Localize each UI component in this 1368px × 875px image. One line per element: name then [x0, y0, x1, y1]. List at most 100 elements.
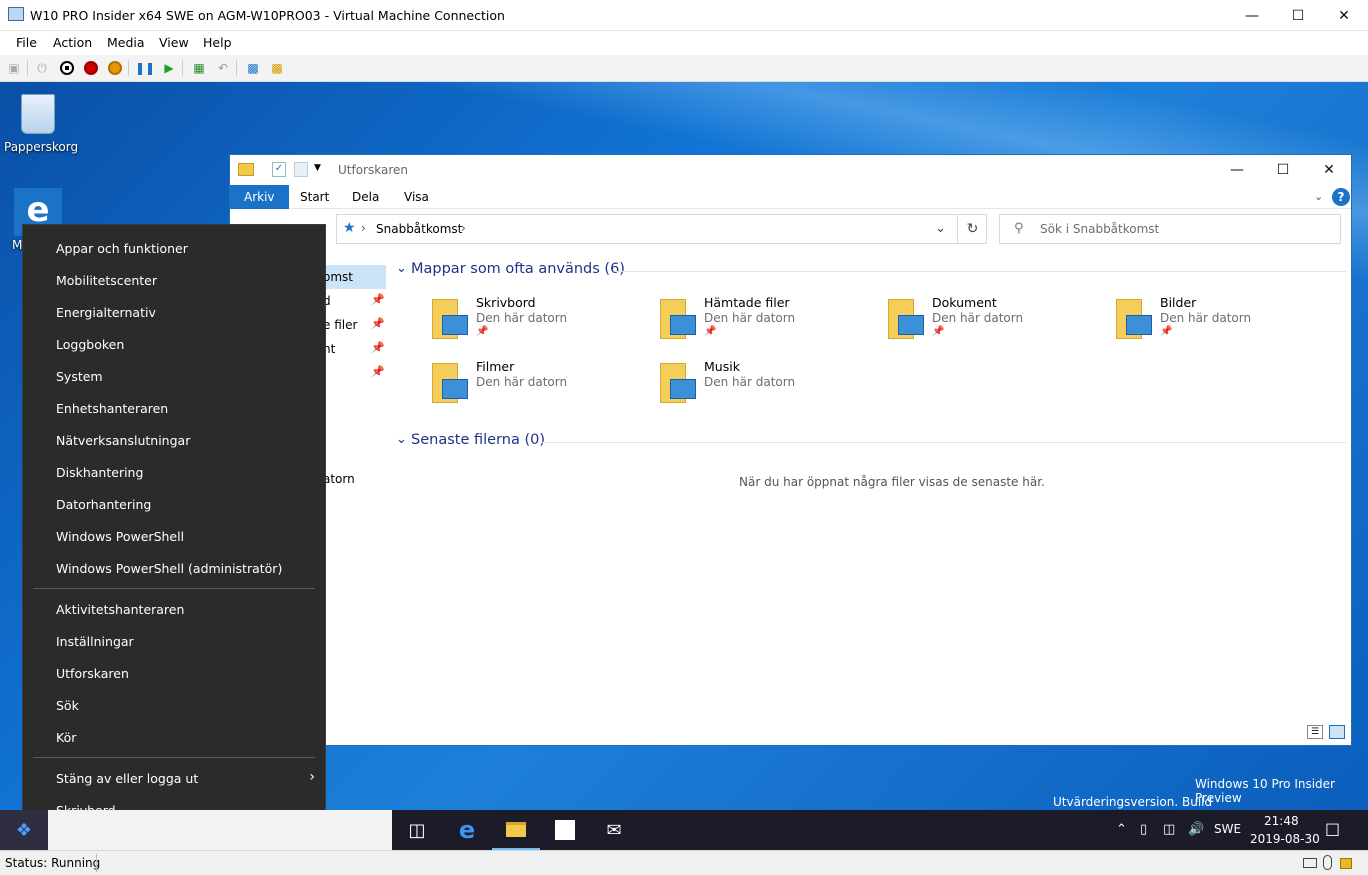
folder-tile[interactable]: Hämtade filer Den här datorn 📌: [658, 293, 873, 349]
minimize-button[interactable]: —: [1229, 0, 1275, 31]
menu-help[interactable]: Help: [203, 35, 232, 50]
frequent-folders-header[interactable]: ⌄ Mappar som ofta används (6): [396, 261, 1346, 281]
folder-tile[interactable]: Musik Den här datorn: [658, 357, 873, 413]
winx-menu-item[interactable]: Diskhantering: [23, 456, 325, 488]
winx-menu-item[interactable]: Enhetshanteraren: [23, 392, 325, 424]
close-button[interactable]: ✕: [1321, 0, 1367, 31]
explorer-ribbon-tabs: Arkiv Start Dela Visa ⌄ ?: [230, 185, 1351, 209]
start-icon[interactable]: ⏻: [33, 59, 51, 77]
pin-icon: 📌: [371, 317, 385, 330]
address-dropdown-icon[interactable]: ⌄: [935, 221, 946, 236]
details-view-icon[interactable]: ☰: [1307, 725, 1323, 739]
explorer-close-button[interactable]: ✕: [1306, 155, 1352, 185]
explorer-minimize-button[interactable]: —: [1214, 155, 1260, 185]
help-icon[interactable]: ?: [1332, 188, 1350, 206]
winx-menu-item[interactable]: Sök: [23, 689, 325, 721]
refresh-icon[interactable]: ↻: [957, 215, 987, 243]
taskbar: ❖ ◫ e ✉ ⌃ ▯ ◫ 🔊 SWE 21:48 2019-08-30 □: [0, 810, 1368, 850]
winx-menu-item[interactable]: System: [23, 360, 325, 392]
pin-icon: 📌: [371, 365, 385, 378]
enhanced-session-icon[interactable]: ▩: [244, 59, 262, 77]
winx-menu-item[interactable]: Inställningar: [23, 625, 325, 657]
tab-visa[interactable]: Visa: [390, 185, 443, 209]
volume-icon[interactable]: 🔊: [1188, 822, 1204, 837]
shutdown-icon[interactable]: [82, 59, 100, 77]
network-icon[interactable]: ◫: [1163, 822, 1175, 837]
ribbon-expand-icon[interactable]: ⌄: [1314, 190, 1323, 203]
folder-tile[interactable]: Filmer Den här datorn: [430, 357, 645, 413]
winx-menu-item[interactable]: Kör: [23, 721, 325, 753]
winx-menu-item[interactable]: Mobilitetscenter: [23, 264, 325, 296]
winx-menu-item[interactable]: Windows PowerShell (administratör): [23, 552, 325, 584]
menu-view[interactable]: View: [159, 35, 189, 50]
menu-action[interactable]: Action: [53, 35, 92, 50]
resume-icon[interactable]: ▶: [160, 59, 178, 77]
clock-date[interactable]: 2019-08-30: [1250, 832, 1320, 846]
tab-start[interactable]: Start: [286, 185, 343, 209]
status-divider: [96, 854, 97, 872]
start-button[interactable]: ❖: [0, 810, 48, 850]
lock-icon: [1340, 858, 1352, 869]
pin-icon: 📌: [704, 326, 717, 337]
pictures-folder-icon: [1114, 297, 1154, 341]
pin-icon: 📌: [1160, 326, 1173, 337]
address-bar[interactable]: ★ › Snabbåtkomst › ⌄ ↻: [336, 214, 987, 244]
share-icon[interactable]: ▩: [268, 59, 286, 77]
folder-tile[interactable]: Dokument Den här datorn 📌: [886, 293, 1101, 349]
menu-media[interactable]: Media: [107, 35, 145, 50]
search-icon: ⚲: [1014, 221, 1024, 236]
winx-menu-item[interactable]: Loggboken: [23, 328, 325, 360]
task-view-icon[interactable]: ◫: [393, 810, 441, 850]
power-icon[interactable]: ▯: [1140, 822, 1147, 837]
turn-off-icon[interactable]: [58, 59, 76, 77]
address-text[interactable]: Snabbåtkomst: [376, 222, 462, 236]
winx-menu-item[interactable]: Windows PowerShell: [23, 520, 325, 552]
winx-menu-item[interactable]: Stäng av eller logga ut ›: [23, 762, 325, 794]
folder-location: Den här datorn: [932, 311, 1024, 325]
action-center-icon[interactable]: □: [1325, 819, 1340, 838]
search-input[interactable]: Sök i Snabbåtkomst: [1040, 222, 1159, 236]
winx-menu-item-label: Nätverksanslutningar: [56, 433, 191, 448]
taskbar-search-box[interactable]: [48, 810, 392, 850]
new-folder-icon[interactable]: [294, 162, 308, 177]
breadcrumb-chevron-icon: ›: [461, 221, 466, 235]
properties-icon[interactable]: ✓: [272, 162, 286, 177]
winx-menu-item-label: Stäng av eller logga ut: [56, 771, 199, 786]
tab-arkiv[interactable]: Arkiv: [230, 185, 289, 209]
checkpoint-icon[interactable]: ▦: [190, 59, 208, 77]
edge-taskbar-icon[interactable]: e: [443, 810, 491, 850]
winx-menu-item[interactable]: Aktivitetshanteraren: [23, 593, 325, 625]
folder-tile[interactable]: Skrivbord Den här datorn 📌: [430, 293, 645, 349]
maximize-button[interactable]: ☐: [1275, 0, 1321, 31]
clock-time[interactable]: 21:48: [1264, 814, 1299, 828]
file-explorer-taskbar-icon[interactable]: [492, 810, 540, 850]
winx-menu-item[interactable]: Datorhantering: [23, 488, 325, 520]
search-box[interactable]: ⚲ Sök i Snabbåtkomst: [999, 214, 1341, 244]
winx-menu-item-label: Windows PowerShell: [56, 529, 185, 544]
qat-dropdown-icon[interactable]: ▼: [314, 163, 321, 173]
winx-menu-item-label: Kör: [56, 730, 77, 745]
pause-icon[interactable]: ❚❚: [135, 59, 155, 77]
winx-menu-item[interactable]: Energialternativ: [23, 296, 325, 328]
language-indicator[interactable]: SWE: [1214, 822, 1241, 836]
recycle-bin-shortcut[interactable]: Papperskorg: [4, 90, 78, 160]
store-taskbar-icon[interactable]: [541, 810, 589, 850]
ctrl-alt-del-icon[interactable]: ▣: [5, 59, 23, 77]
recent-files-header[interactable]: ⌄ Senaste filerna (0): [396, 432, 1346, 452]
winx-menu-item-label: Aktivitetshanteraren: [56, 602, 185, 617]
winx-menu-item-label: Loggboken: [56, 337, 125, 352]
show-hidden-icons-icon[interactable]: ⌃: [1116, 822, 1127, 837]
menu-file[interactable]: File: [16, 35, 37, 50]
tab-dela[interactable]: Dela: [338, 185, 393, 209]
revert-icon[interactable]: ↶: [214, 59, 232, 77]
explorer-maximize-button[interactable]: ☐: [1260, 155, 1306, 185]
folder-tile[interactable]: Bilder Den här datorn 📌: [1114, 293, 1329, 349]
large-icons-view-icon[interactable]: [1329, 725, 1345, 739]
videos-folder-icon: [430, 361, 470, 405]
mail-taskbar-icon[interactable]: ✉: [590, 810, 638, 850]
winx-menu-item[interactable]: Utforskaren: [23, 657, 325, 689]
desktop-folder-icon: [430, 297, 470, 341]
save-state-icon[interactable]: [106, 59, 124, 77]
winx-menu-item[interactable]: Nätverksanslutningar: [23, 424, 325, 456]
winx-menu-item[interactable]: Appar och funktioner: [23, 232, 325, 264]
